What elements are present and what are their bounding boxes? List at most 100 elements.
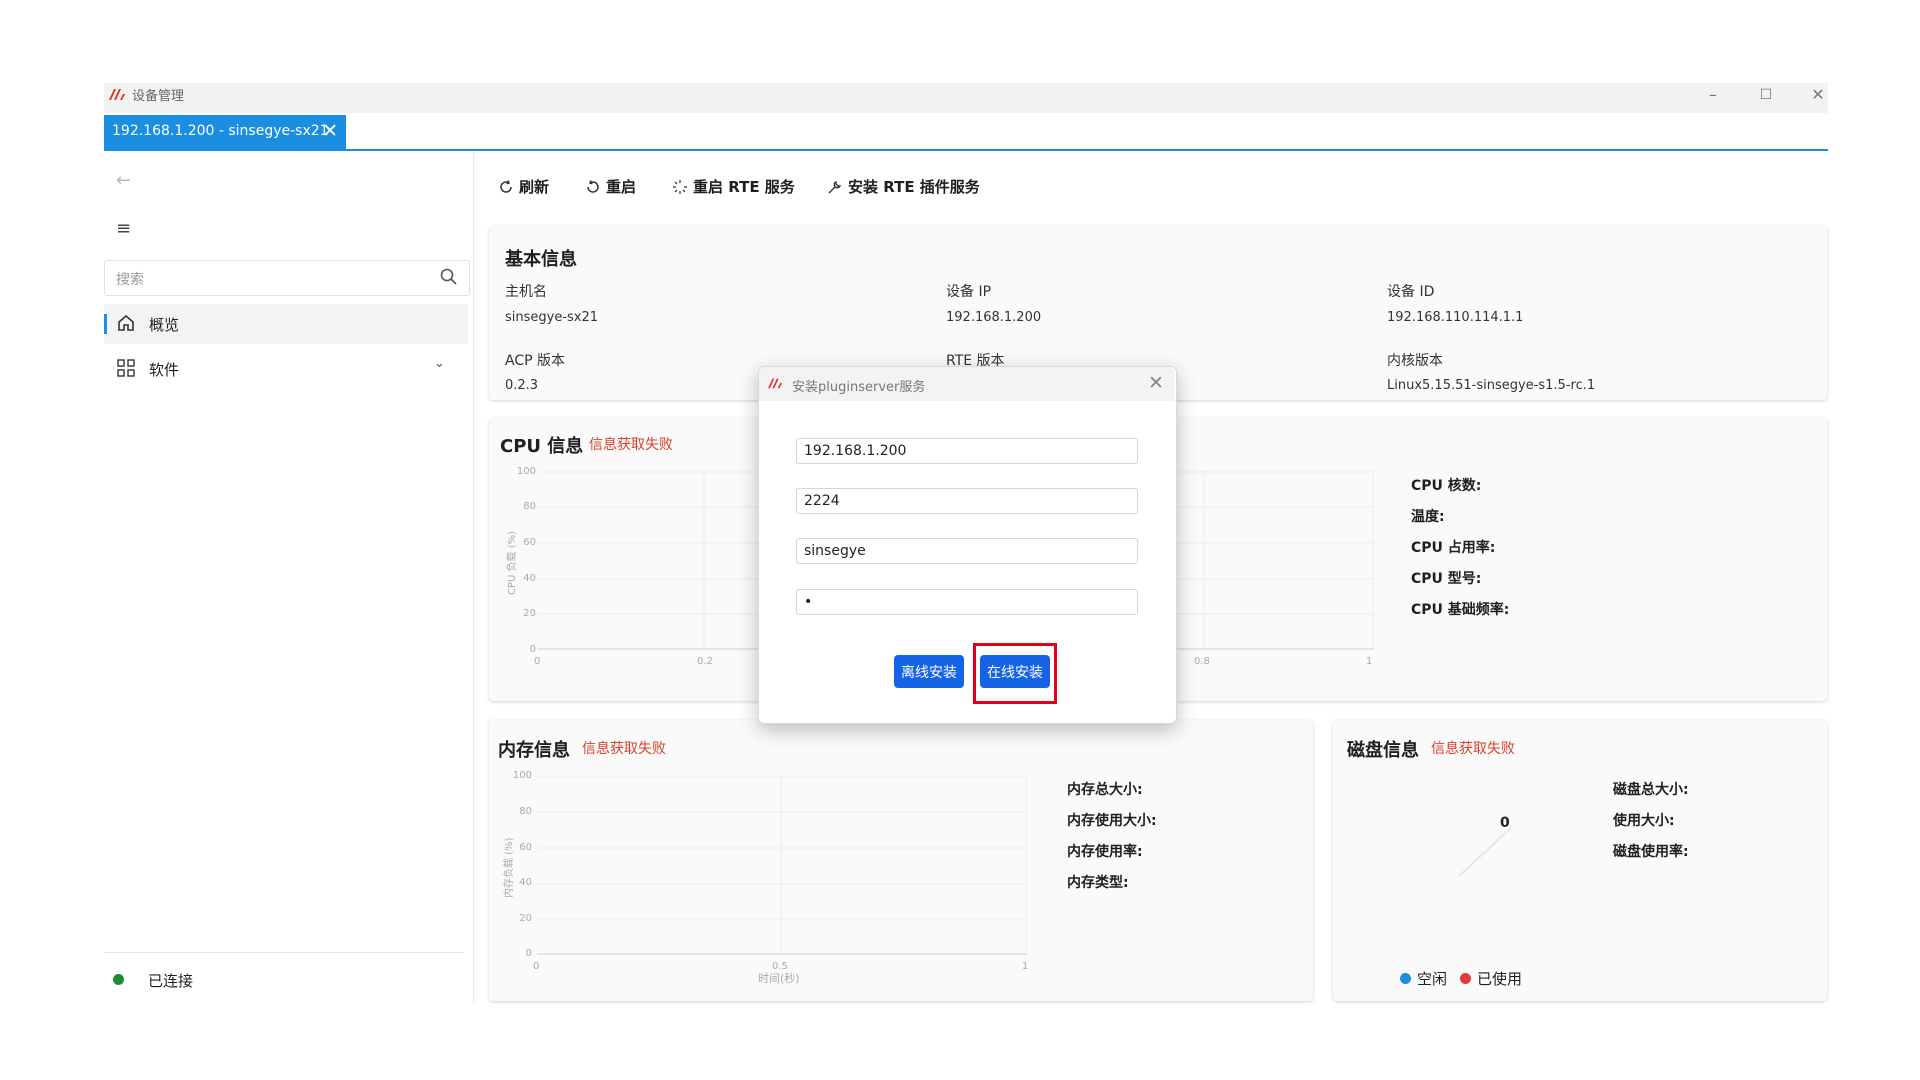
kernel-version-value: Linux5.15.51-sinsegye-s1.5-rc.1 [1387,378,1596,393]
port-input[interactable] [796,488,1138,514]
password-input[interactable] [796,589,1138,615]
memory-error-message: 信息获取失败 [582,741,666,757]
restart-label: 重启 [606,178,637,196]
dialog-close-icon[interactable]: ✕ [1148,372,1164,394]
loading-icon [673,179,687,194]
legend-dot [1460,973,1471,984]
refresh-label: 刷新 [519,178,550,196]
memory-type-label: 内存类型: [1067,875,1129,891]
window-title: 设备管理 [132,89,185,104]
device-tab[interactable]: 192.168.1.200 - sinsegye-sx21 ✕ [104,115,346,149]
wrench-icon [828,180,842,193]
x-tick-label: 0 [533,961,540,972]
y-tick-label: 0 [529,644,536,655]
sidebar-item-label: 概览 [149,316,180,334]
y-tick-label: 20 [523,608,536,619]
maximize-button[interactable]: ☐ [1753,84,1779,106]
cpu-model-label: CPU 型号: [1411,571,1482,587]
restart-rte-button[interactable]: 重启 RTE 服务 [672,176,795,197]
ip-address-input[interactable] [796,438,1138,464]
cpu-info-title: CPU 信息 [500,436,584,457]
search-placeholder: 搜索 [116,272,144,288]
cpu-y-axis-title: CPU 负载 (%) [507,531,518,595]
dialog-title: 安装pluginserver服务 [792,380,926,395]
acp-version-value: 0.2.3 [505,378,539,393]
disk-pie-chart [1458,827,1512,877]
legend-dot [1400,973,1411,984]
cpu-temperature-label: 温度: [1411,509,1445,525]
disk-error-message: 信息获取失败 [1431,741,1515,757]
sidebar-search[interactable]: 搜索 [104,260,470,296]
basic-info-title: 基本信息 [505,249,577,270]
memory-total-label: 内存总大小: [1067,782,1143,798]
memory-usage-rate-label: 内存使用率: [1067,844,1143,860]
disk-info-card [1333,720,1827,1001]
refresh-button[interactable]: 刷新 [498,176,549,197]
y-tick-label: 0 [525,948,532,959]
legend-used[interactable]: 已使用 [1460,968,1522,989]
field-label: 设备 IP [946,284,992,300]
cpu-frequency-label: CPU 基础频率: [1411,602,1510,618]
field-label: ACP 版本 [505,353,565,369]
memory-info-title: 内存信息 [498,740,570,761]
window-titlebar [104,83,1828,113]
memory-y-axis-title: 内存负载 (%) [504,837,515,898]
restart-rte-label: 重启 RTE 服务 [693,178,795,196]
home-icon [118,314,134,331]
cpu-cores-label: CPU 核数: [1411,478,1482,494]
y-tick-label: 100 [516,466,536,477]
x-tick-label: 0 [534,656,541,667]
y-tick-label: 80 [519,806,532,817]
memory-used-label: 内存使用大小: [1067,813,1157,829]
username-input[interactable] [796,538,1138,564]
disk-used-label: 使用大小: [1613,813,1675,829]
minimize-button[interactable]: – [1700,84,1726,106]
close-button[interactable]: ✕ [1805,84,1831,106]
legend-label: 空闲 [1417,970,1448,988]
field-label: 内核版本 [1387,353,1443,369]
field-label: 设备 ID [1387,284,1435,300]
connection-status-dot [113,974,124,985]
field-label: 主机名 [505,284,547,300]
search-icon[interactable] [439,267,459,287]
y-tick-label: 20 [519,913,532,924]
memory-chart-grid [537,775,1027,955]
back-arrow-icon[interactable]: ← [116,170,131,191]
memory-x-axis-title: 时间(秒) [758,972,800,985]
sidebar-divider [104,952,464,953]
disk-total-label: 磁盘总大小: [1613,782,1689,798]
highlight-box [973,643,1057,704]
x-tick-label: 0.8 [1194,656,1210,667]
hamburger-menu-icon[interactable]: ≡ [116,218,131,239]
legend-label: 已使用 [1477,970,1523,988]
cpu-error-message: 信息获取失败 [589,437,673,453]
device-tab-label: 192.168.1.200 - sinsegye-sx21 [112,123,329,139]
active-indicator [104,314,107,334]
disk-info-title: 磁盘信息 [1347,740,1419,761]
restart-button[interactable]: 重启 [585,176,636,197]
tab-close-icon[interactable]: ✕ [322,120,338,142]
restart-icon [587,179,599,193]
y-tick-label: 100 [512,770,532,781]
grid-icon [117,359,135,377]
disk-usage-rate-label: 磁盘使用率: [1613,844,1689,860]
chevron-down-icon[interactable]: ⌄ [434,356,445,371]
install-rte-plugin-label: 安装 RTE 插件服务 [848,178,980,196]
refresh-icon [500,179,512,193]
offline-install-button[interactable]: 离线安装 [894,655,964,688]
legend-free[interactable]: 空闲 [1400,968,1447,989]
sidebar-item-label[interactable]: 软件 [149,359,179,380]
install-rte-plugin-button[interactable]: 安装 RTE 插件服务 [827,176,980,197]
x-tick-label: 0.2 [697,656,713,667]
device-id-value: 192.168.110.114.1.1 [1387,310,1524,325]
hostname-value: sinsegye-sx21 [505,310,599,325]
connection-status: 已连接 [148,972,194,990]
tab-underline [104,149,1828,151]
app-logo [109,89,125,100]
x-tick-label: 1 [1366,656,1373,667]
y-tick-label: 80 [523,501,536,512]
x-tick-label: 1 [1022,961,1029,972]
device-ip-value: 192.168.1.200 [946,310,1042,325]
cpu-usage-label: CPU 占用率: [1411,540,1496,556]
app-logo [768,378,783,389]
